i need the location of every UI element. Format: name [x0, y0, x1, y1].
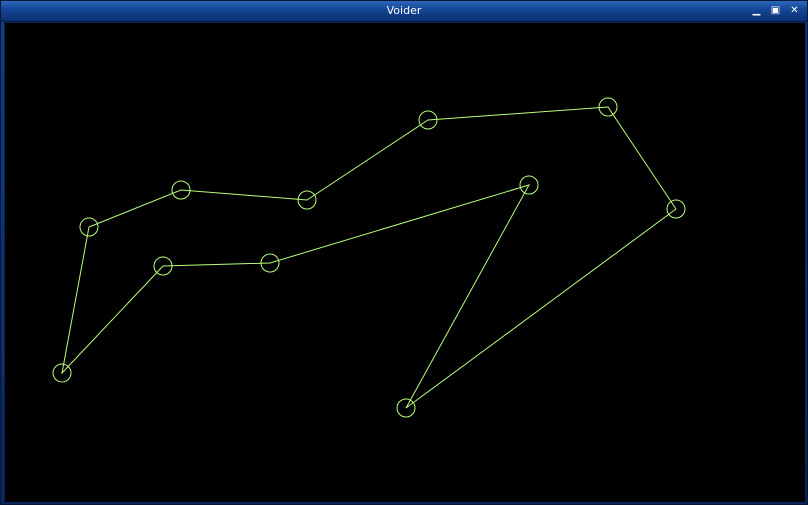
minimize-icon[interactable]: ▁ — [750, 4, 763, 17]
maximize-icon[interactable]: ▣ — [769, 4, 782, 17]
connector-path — [61, 106, 677, 409]
window-controls: ▁ ▣ ✕ — [750, 4, 801, 18]
title-bar[interactable]: Voider ▁ ▣ ✕ — [1, 1, 807, 22]
drawing-canvas[interactable] — [4, 22, 806, 503]
window-title: Voider — [386, 4, 422, 17]
polyline-drawing — [52, 97, 686, 418]
close-icon[interactable]: ✕ — [788, 4, 801, 17]
app-window: Voider ▁ ▣ ✕ — [0, 0, 808, 505]
